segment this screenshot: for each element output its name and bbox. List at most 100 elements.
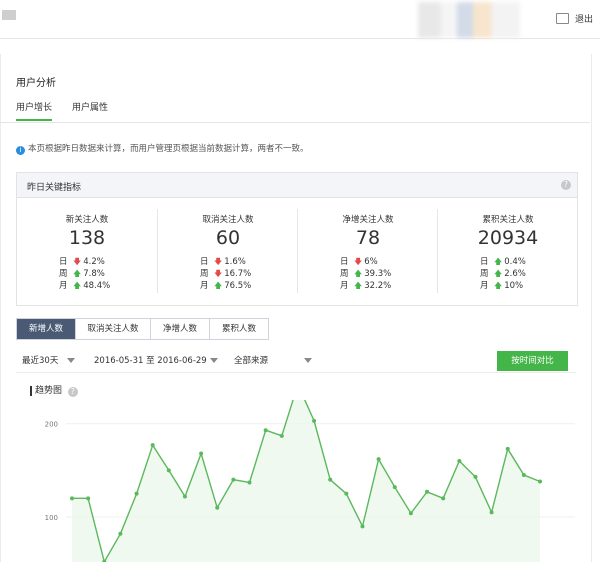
data-point[interactable] xyxy=(215,505,220,510)
chevron-down-icon[interactable] xyxy=(304,358,312,363)
series-area xyxy=(72,400,540,562)
filter-bar: 最近30天 2016-05-31 至 2016-06-29 全部来源 xyxy=(16,350,576,373)
kpi-changes: 日 🡅 0.4% 周 🡅 2.6% 月 🡅 10% xyxy=(480,256,526,292)
kpi-change-row: 日 🡇 1.6% xyxy=(200,257,246,267)
chart-title: 趋势图 ? xyxy=(30,386,78,397)
page-title: 用户分析 xyxy=(16,78,56,89)
tabs-divider xyxy=(0,122,590,123)
arrow-down-icon: 🡇 xyxy=(354,257,363,266)
kpi-changes: 日 🡇 6% 周 🡅 39.3% 月 🡅 32.2% xyxy=(340,256,391,292)
data-point[interactable] xyxy=(86,496,91,501)
kpi-value: 78 xyxy=(355,227,381,249)
kpi-change-row: 日 🡇 4.2% xyxy=(59,257,105,267)
data-point[interactable] xyxy=(538,479,542,484)
kpi-label: 取消关注人数 xyxy=(202,215,254,225)
data-point[interactable] xyxy=(118,531,123,536)
kpi-label: 新关注人数 xyxy=(65,215,109,225)
data-point[interactable] xyxy=(134,491,139,496)
data-point[interactable] xyxy=(360,524,365,529)
kpi-value: 138 xyxy=(68,227,106,249)
kpi-change-row: 月 🡅 48.4% xyxy=(59,281,111,291)
date-range-picker[interactable]: 2016-05-31 至 2016-06-29 xyxy=(94,354,207,366)
data-point[interactable] xyxy=(182,494,187,499)
metric-segmented-control: 新增人数 取消关注人数 净增人数 累积人数 xyxy=(16,318,269,340)
kpi-change-row: 日 🡅 0.4% xyxy=(480,257,526,267)
arrow-up-icon: 🡅 xyxy=(354,281,363,290)
data-point[interactable] xyxy=(328,477,333,482)
kpi-change-row: 月 🡅 76.5% xyxy=(200,281,252,291)
data-point[interactable] xyxy=(150,443,155,448)
data-point[interactable] xyxy=(489,510,494,515)
kpi-total-followers: 累积关注人数 20934 日 🡅 0.4% 周 🡅 2.6% 月 🡅 10% xyxy=(437,209,578,293)
segment-net[interactable]: 净增人数 xyxy=(150,319,209,339)
data-point[interactable] xyxy=(505,446,510,451)
arrow-down-icon: 🡇 xyxy=(214,269,223,278)
kpi-changes: 日 🡇 1.6% 周 🡇 16.7% 月 🡅 76.5% xyxy=(200,256,251,292)
kpi-unfollowers: 取消关注人数 60 日 🡇 1.6% 周 🡇 16.7% 月 🡅 76.5% xyxy=(157,209,298,293)
data-point[interactable] xyxy=(199,451,204,456)
arrow-up-icon: 🡅 xyxy=(494,281,503,290)
kpi-change-row: 周 🡅 7.8% xyxy=(59,269,105,279)
kpi-change-row: 月 🡅 10% xyxy=(480,281,524,291)
trend-chart: 100200300 xyxy=(45,400,575,562)
kpi-change-row: 周 🡅 2.6% xyxy=(480,269,526,279)
chevron-down-icon[interactable] xyxy=(67,358,75,363)
kpi-label: 累积关注人数 xyxy=(482,215,534,225)
data-point[interactable] xyxy=(312,418,317,423)
data-point[interactable] xyxy=(166,468,171,473)
kpi-panel: 昨日关键指标 ? 新关注人数 138 日 🡇 4.2% 周 🡅 7.8% 月 🡅 48.4%… xyxy=(16,172,578,306)
kpi-change-row: 月 🡅 32.2% xyxy=(340,281,392,291)
arrow-up-icon: 🡅 xyxy=(354,269,363,278)
kpi-value: 60 xyxy=(215,227,241,249)
top-bar: 退出 xyxy=(0,0,600,39)
chevron-down-icon[interactable] xyxy=(210,358,218,363)
y-tick-label: 200 xyxy=(45,421,58,429)
data-point[interactable] xyxy=(457,459,462,464)
data-point[interactable] xyxy=(344,491,349,496)
avatar[interactable] xyxy=(418,2,520,38)
compare-by-time-button[interactable]: 按时间对比 xyxy=(497,351,568,371)
notice-text: 本页根据昨日数据来计算，而用户管理页根据当前数据计算，两者不一致。 xyxy=(28,144,309,154)
arrow-up-icon: 🡅 xyxy=(494,257,503,266)
data-point[interactable] xyxy=(263,428,268,433)
chart-title-text: 趋势图 xyxy=(35,386,63,396)
data-point[interactable] xyxy=(392,485,397,490)
kpi-change-row: 日 🡇 6% xyxy=(340,257,378,267)
data-point[interactable] xyxy=(279,433,284,438)
logout-link[interactable]: 退出 xyxy=(575,12,593,25)
segment-new[interactable]: 新增人数 xyxy=(17,319,75,339)
data-point[interactable] xyxy=(231,477,236,482)
help-icon[interactable]: ? xyxy=(67,387,78,397)
arrow-down-icon: 🡇 xyxy=(73,257,82,266)
data-point[interactable] xyxy=(521,473,526,478)
arrow-up-icon: 🡅 xyxy=(73,269,82,278)
data-point[interactable] xyxy=(441,496,446,501)
kpi-changes: 日 🡇 4.2% 周 🡅 7.8% 月 🡅 48.4% xyxy=(59,256,110,292)
mail-icon[interactable] xyxy=(556,13,569,24)
data-point[interactable] xyxy=(408,511,413,516)
range-select[interactable]: 最近30天 xyxy=(22,354,58,366)
kpi-new-followers: 新关注人数 138 日 🡇 4.2% 周 🡅 7.8% 月 🡅 48.4% xyxy=(17,209,157,293)
data-point[interactable] xyxy=(425,489,430,494)
source-select[interactable]: 全部来源 xyxy=(234,354,268,366)
help-icon[interactable]: ? xyxy=(561,180,571,190)
data-point[interactable] xyxy=(70,496,74,501)
kpi-change-row: 周 🡇 16.7% xyxy=(200,269,252,279)
kpi-net-followers: 净增关注人数 78 日 🡇 6% 周 🡅 39.3% 月 🡅 32.2% xyxy=(297,209,438,293)
kpi-label: 净增关注人数 xyxy=(342,215,394,225)
data-point[interactable] xyxy=(473,474,478,479)
logo xyxy=(2,10,16,20)
arrow-up-icon: 🡅 xyxy=(494,269,503,278)
info-icon: i xyxy=(16,146,25,155)
data-point[interactable] xyxy=(247,480,252,485)
kpi-value: 20934 xyxy=(477,227,539,249)
arrow-up-icon: 🡅 xyxy=(73,281,82,290)
segment-total[interactable]: 累积人数 xyxy=(209,319,268,339)
tab-user-growth[interactable]: 用户增长 xyxy=(16,100,53,121)
tab-user-attributes[interactable]: 用户属性 xyxy=(72,100,108,119)
kpi-title: 昨日关键指标 xyxy=(27,183,82,193)
segment-unfollow[interactable]: 取消关注人数 xyxy=(75,319,150,339)
arrow-down-icon: 🡇 xyxy=(214,257,223,266)
arrow-up-icon: 🡅 xyxy=(214,281,223,290)
data-point[interactable] xyxy=(376,457,381,462)
